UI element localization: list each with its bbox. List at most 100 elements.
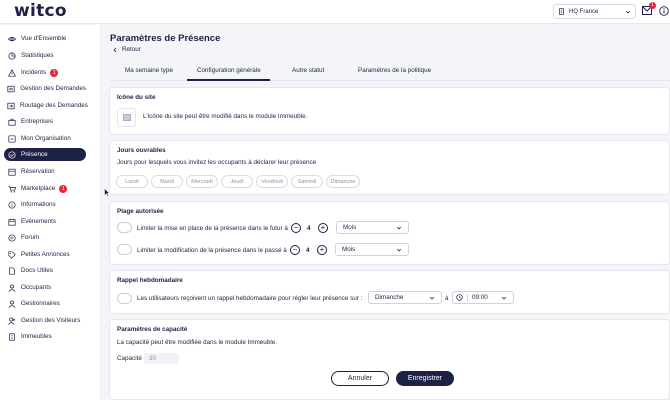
sidebar-item-routage-demandes[interactable]: Routage des Demandes — [4, 99, 88, 112]
top-bar: witco HQ France 1 — [0, 0, 670, 24]
sidebar-item-label: Gestionnaires — [21, 300, 60, 307]
sidebar-item-entreprises[interactable]: Entreprises — [4, 115, 86, 128]
reminder-time-select[interactable]: 09:00 — [452, 291, 514, 304]
future-limit-toggle[interactable] — [117, 222, 132, 233]
sidebar-item-statistiques[interactable]: Statistiques — [4, 49, 86, 62]
reminder-day-value: Dimanche — [375, 294, 404, 301]
managers-icon — [8, 300, 15, 308]
image-icon — [122, 114, 131, 121]
stats-icon — [7, 51, 16, 60]
sidebar-item-label: Marketplace — [21, 185, 56, 192]
site-selector-value: HQ France — [569, 8, 599, 15]
chevron-down-icon — [501, 296, 507, 299]
day-jeudi[interactable]: Jeudi — [221, 175, 253, 188]
info-icon — [7, 200, 16, 209]
sidebar-item-label: Petites Annonces — [21, 251, 70, 258]
sidebar-item-label: Informations — [21, 201, 56, 208]
sidebar-item-petites-annonces[interactable]: Petites Annonces — [4, 248, 86, 261]
routing-icon — [7, 102, 15, 109]
reminder-time-value: 09:00 — [467, 294, 501, 301]
forum-icon — [7, 233, 16, 242]
save-button[interactable]: Enregistrer — [396, 371, 454, 386]
past-decrement-button[interactable]: − — [290, 245, 300, 255]
building-icon — [559, 8, 564, 15]
sidebar-item-label: Occupants — [21, 284, 52, 291]
sidebar-item-informations[interactable]: Informations — [4, 198, 86, 211]
tab-parametres-politique[interactable]: Paramètres de la politique — [358, 67, 431, 74]
calendar-icon — [7, 218, 16, 226]
sidebar-item-label: Gestion des Demandes — [20, 85, 86, 92]
sidebar-item-presence[interactable]: Présence — [4, 148, 86, 161]
past-limit-toggle[interactable] — [117, 244, 132, 255]
past-increment-button[interactable]: + — [317, 245, 327, 255]
capacity-label: Capacité — [117, 355, 142, 362]
sidebar-item-reservation[interactable]: Réservation — [4, 165, 86, 178]
working-days-card: Jours ouvrables Jours pour lesquels vous… — [109, 140, 670, 195]
sidebar-item-gestion-visiteurs[interactable]: Gestion des Visiteurs — [4, 314, 86, 327]
working-days-description: Jours pour lesquels vous invitez les occ… — [117, 159, 317, 166]
witco-logo[interactable]: witco — [14, 1, 67, 21]
sidebar-item-gestion-demandes[interactable]: Gestion des Demandes — [4, 82, 86, 95]
capacity-title: Paramètres de capacité — [117, 326, 188, 333]
weekly-reminder-label: Les utilisateurs reçoivent un rappel heb… — [137, 295, 363, 302]
day-mercredi[interactable]: Mercredi — [186, 175, 218, 188]
capacity-input[interactable]: 30 — [144, 353, 179, 364]
tag-icon — [7, 250, 16, 259]
users-icon — [8, 284, 15, 292]
site-icon-title: Icône du site — [117, 94, 156, 101]
future-decrement-button[interactable]: − — [291, 223, 301, 233]
capacity-card: Paramètres de capacité La capacité peut … — [109, 319, 670, 400]
sidebar-item-vue-ensemble[interactable]: Vue d'Ensemble — [4, 32, 86, 45]
docs-icon — [8, 266, 15, 275]
presence-icon — [7, 150, 16, 159]
reminder-day-select[interactable]: Dimanche — [368, 291, 442, 304]
sidebar-item-docs-utiles[interactable]: Docs Utiles — [4, 264, 86, 277]
weekly-reminder-toggle[interactable] — [117, 293, 132, 304]
info-icon — [659, 6, 669, 16]
cancel-button[interactable]: Annuler — [331, 371, 389, 386]
tab-autre-statut[interactable]: Autre statut — [292, 67, 324, 74]
tab-configuration-generale[interactable]: Configuration générale — [197, 67, 261, 74]
sidebar-item-incidents[interactable]: Incidents 1 — [4, 66, 86, 79]
site-icon-description: L'icône du site peut être modifié dans l… — [143, 113, 308, 120]
day-lundi[interactable]: Lundi — [116, 175, 148, 188]
clock-icon — [456, 294, 463, 301]
sidebar-item-occupants[interactable]: Occupants — [4, 281, 86, 294]
day-mardi[interactable]: Mardi — [151, 175, 183, 188]
site-icon-card: Icône du site L'icône du site peut être … — [109, 87, 670, 135]
help-button[interactable] — [659, 6, 669, 16]
reservation-icon — [7, 168, 16, 176]
mail-notification-badge: 1 — [649, 2, 656, 9]
warning-icon — [7, 68, 16, 77]
sidebar-item-label: Evénements — [21, 218, 57, 225]
sidebar-item-marketplace[interactable]: Marketplace 1 — [4, 182, 86, 195]
sidebar-item-mon-organisation[interactable]: Mon Organisation — [4, 132, 86, 145]
building-icon — [8, 332, 15, 341]
sidebar: Vue d'Ensemble Statistiques Incidents 1 … — [0, 25, 101, 400]
past-limit-value: 4 — [306, 247, 310, 254]
sidebar-item-evenements[interactable]: Evénements — [4, 215, 86, 228]
past-unit-select[interactable]: Mois — [335, 243, 409, 256]
sidebar-item-forum[interactable]: Forum — [4, 231, 86, 244]
sidebar-item-gestionnaires[interactable]: Gestionnaires — [4, 297, 86, 310]
future-unit-select[interactable]: Mois — [336, 221, 409, 234]
site-selector[interactable]: HQ France — [553, 4, 636, 19]
day-samedi[interactable]: Samedi — [291, 175, 323, 188]
past-limit-label: Limiter la modification de la présence d… — [137, 247, 287, 254]
sidebar-item-label: Immeubles — [21, 333, 52, 340]
future-increment-button[interactable]: + — [318, 223, 328, 233]
cart-icon — [7, 185, 16, 192]
working-days-title: Jours ouvrables — [117, 147, 166, 154]
past-unit-value: Mois — [342, 246, 356, 253]
chevron-down-icon — [396, 248, 402, 251]
future-limit-label: Limiter la mise en place de la présence … — [137, 225, 288, 232]
sidebar-item-immeubles[interactable]: Immeubles — [4, 330, 86, 343]
marketplace-badge: 1 — [59, 184, 68, 193]
page-title: Paramètres de Présence — [110, 33, 221, 44]
day-dimanche[interactable]: Dimanche — [326, 175, 360, 188]
sidebar-item-label: Présence — [21, 151, 48, 158]
back-link[interactable]: Retour — [112, 46, 141, 53]
future-limit-value: 4 — [307, 225, 311, 232]
tab-ma-semaine-type[interactable]: Ma semaine type — [125, 67, 173, 74]
day-vendredi[interactable]: Vendredi — [256, 175, 288, 188]
